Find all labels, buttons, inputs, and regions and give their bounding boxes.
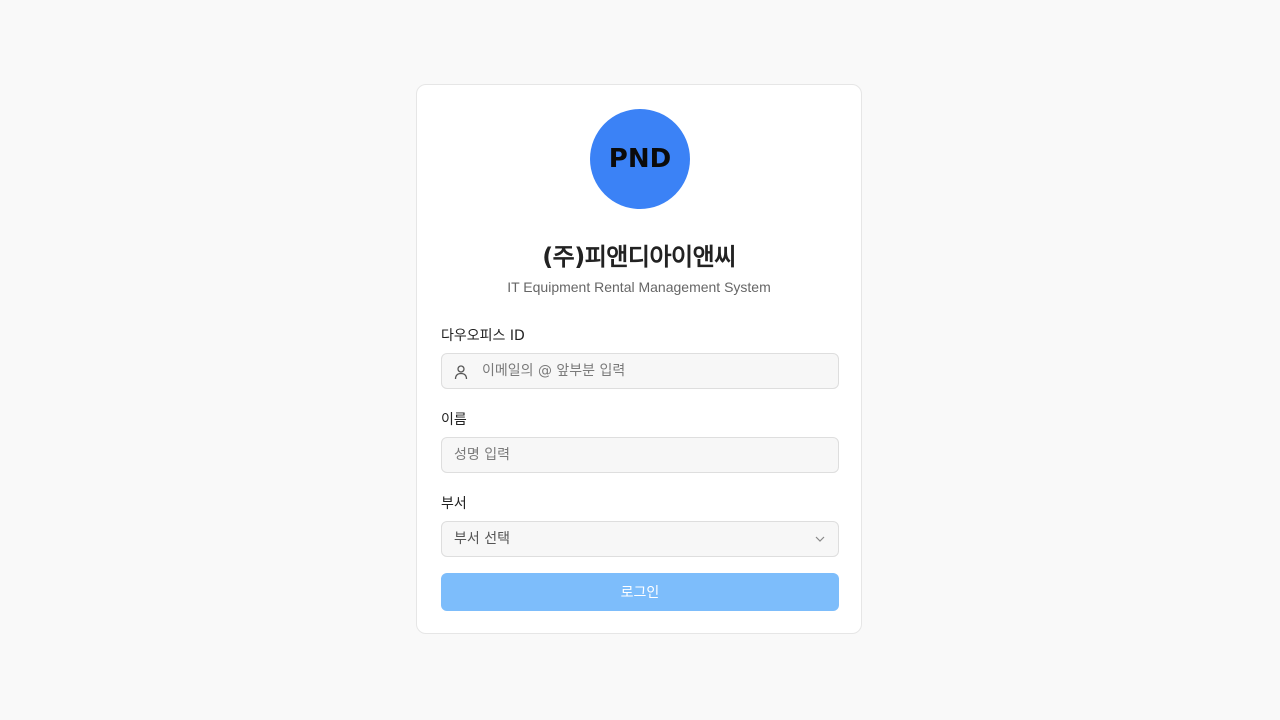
daouoffice-id-label: 다우오피스 ID: [441, 328, 525, 344]
daouoffice-id-field-container[interactable]: [441, 353, 839, 389]
chevron-down-icon: [815, 536, 825, 542]
department-select[interactable]: 부서 선택: [441, 521, 839, 557]
user-icon: [454, 365, 468, 380]
name-label: 이름: [441, 412, 467, 428]
name-field-container[interactable]: [441, 437, 839, 473]
login-button[interactable]: 로그인: [441, 573, 839, 611]
name-input[interactable]: [454, 438, 828, 472]
company-logo: PND: [590, 109, 690, 209]
login-card: PND (주)피앤디아이앤씨 IT Equipment Rental Manag…: [416, 84, 862, 634]
logo-text: PND: [608, 144, 672, 174]
department-label: 부서: [441, 496, 467, 512]
daouoffice-id-input[interactable]: [482, 354, 828, 388]
company-name: (주)피앤디아이앤씨: [542, 243, 736, 271]
system-subtitle: IT Equipment Rental Management System: [507, 279, 771, 295]
department-select-value: 부서 선택: [454, 531, 510, 547]
